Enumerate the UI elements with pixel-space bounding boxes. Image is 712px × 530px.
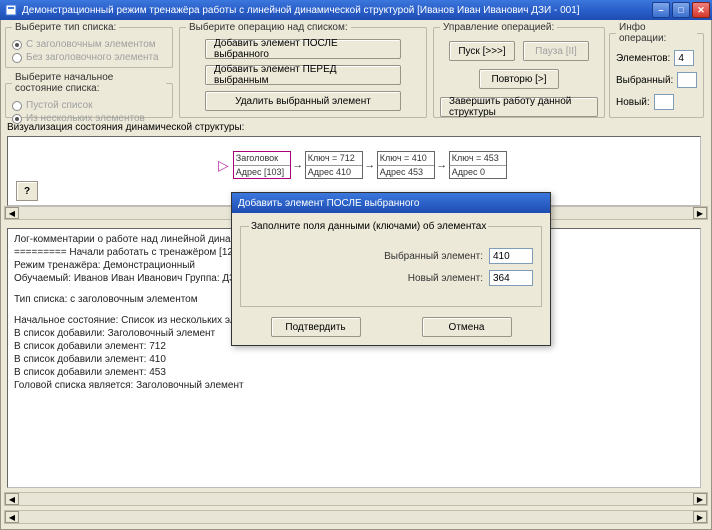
group-list-type-legend: Выберите тип списка: [12, 22, 119, 33]
add-element-dialog: Добавить элемент ПОСЛЕ выбранного Заполн… [231, 192, 551, 346]
help-button[interactable]: ? [16, 181, 38, 201]
window-scrollbar[interactable]: ◀ ▶ [4, 510, 708, 524]
label-chosen-element: Выбранный элемент: [384, 251, 483, 262]
value-chosen [677, 72, 697, 88]
scroll-left-button[interactable]: ◀ [5, 511, 19, 523]
value-new [654, 94, 674, 110]
close-button[interactable]: ✕ [692, 2, 710, 18]
node-item[interactable]: Ключ = 410 Адрес 453 [377, 151, 435, 179]
group-initial-state-legend: Выберите начальное состояние списка: [12, 72, 166, 94]
dialog-title: Добавить элемент ПОСЛЕ выбранного [238, 198, 419, 209]
repeat-button[interactable]: Повторю [>] [479, 69, 559, 89]
cancel-button[interactable]: Отмена [422, 317, 512, 337]
node-item[interactable]: Ключ = 453 Адрес 0 [449, 151, 507, 179]
value-elements: 4 [674, 50, 694, 66]
scroll-left-button[interactable]: ◀ [5, 207, 19, 219]
app-icon [4, 3, 18, 17]
finish-structure-button[interactable]: Завершить работу данной структуры [440, 97, 598, 117]
node-header[interactable]: Заголовок Адрес [103] [233, 151, 291, 179]
input-new-element[interactable]: 364 [489, 270, 533, 286]
window-title: Демонстрационный режим тренажёра работы … [22, 5, 652, 16]
label-new-element: Новый элемент: [408, 273, 483, 284]
scroll-right-button[interactable]: ▶ [693, 207, 707, 219]
scroll-right-button[interactable]: ▶ [693, 511, 707, 523]
add-after-button[interactable]: Добавить элемент ПОСЛЕ выбранного [205, 39, 401, 59]
radio-dot-icon [12, 53, 22, 63]
group-control-legend: Управление операцией: [440, 22, 557, 33]
group-initial-state: Выберите начальное состояние списка: Пус… [5, 72, 173, 118]
group-control: Управление операцией: Пуск [>>>] Пауза [… [433, 22, 605, 118]
label-elements: Элементов: [616, 53, 670, 64]
label-new: Новый: [616, 97, 650, 108]
radio-dot-icon [12, 101, 22, 111]
maximize-button[interactable]: □ [672, 2, 690, 18]
input-chosen-element[interactable]: 410 [489, 248, 533, 264]
radio-dot-icon [12, 40, 22, 50]
scroll-right-button[interactable]: ▶ [693, 493, 707, 505]
log-scrollbar[interactable]: ◀ ▶ [4, 492, 708, 506]
client-area: Выберите тип списка: С заголовочным элем… [0, 20, 712, 530]
window-titlebar: Демонстрационный режим тренажёра работы … [0, 0, 712, 20]
group-list-type: Выберите тип списка: С заголовочным элем… [5, 22, 173, 68]
group-info-legend: Инфо операции: [616, 22, 697, 44]
arrow-icon: → [435, 159, 449, 171]
group-operations-legend: Выберите операцию над списком: [186, 22, 351, 33]
visualization-legend: Визуализация состояния динамической стру… [7, 122, 244, 133]
dialog-input-group: Заполните поля данными (ключами) об элем… [240, 221, 542, 307]
dialog-group-legend: Заполните поля данными (ключами) об элем… [249, 221, 488, 232]
add-before-button[interactable]: Добавить элемент ПЕРЕД выбранным [205, 65, 401, 85]
dialog-titlebar[interactable]: Добавить элемент ПОСЛЕ выбранного [232, 193, 550, 213]
label-chosen: Выбранный: [616, 75, 673, 86]
arrow-icon: → [291, 159, 305, 171]
radio-with-header: С заголовочным элементом [12, 39, 166, 50]
group-operations: Выберите операцию над списком: Добавить … [179, 22, 427, 118]
pause-button[interactable]: Пауза [II] [523, 41, 589, 61]
pointer-start-icon: ▷ [218, 157, 229, 174]
node-item[interactable]: Ключ = 712 Адрес 410 [305, 151, 363, 179]
scroll-left-button[interactable]: ◀ [5, 493, 19, 505]
group-info: Инфо операции: Элементов: 4 Выбранный: Н… [609, 22, 704, 118]
minimize-button[interactable]: – [652, 2, 670, 18]
radio-empty-list: Пустой список [12, 100, 166, 111]
delete-selected-button[interactable]: Удалить выбранный элемент [205, 91, 401, 111]
radio-without-header: Без заголовочного элемента [12, 52, 166, 63]
start-button[interactable]: Пуск [>>>] [449, 41, 515, 61]
arrow-icon: → [363, 159, 377, 171]
confirm-button[interactable]: Подтвердить [271, 317, 361, 337]
